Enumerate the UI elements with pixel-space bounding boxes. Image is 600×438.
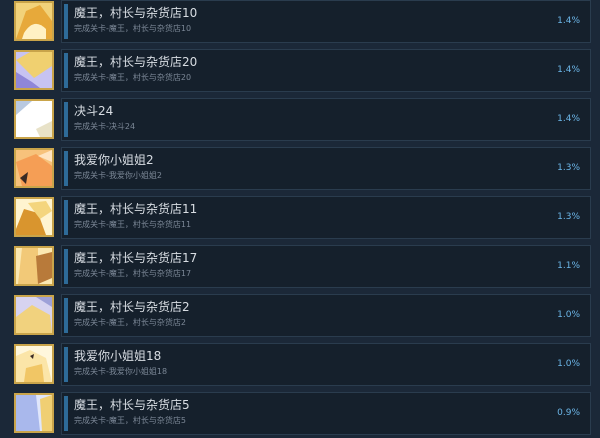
unlock-percentage: 1.1% bbox=[557, 261, 580, 271]
achievement-panel: 我爱你小姐姐2 完成关卡-我爱你小姐姐2 1.3% bbox=[61, 147, 591, 190]
anime-girl-orange-icon bbox=[16, 150, 52, 186]
achievement-title: 魔王，村长与杂货店2 bbox=[74, 300, 190, 314]
progress-accent-bar bbox=[64, 298, 68, 333]
achievement-subtitle: 完成关卡-决斗24 bbox=[74, 122, 136, 131]
achievement-icon-6 bbox=[14, 295, 54, 335]
anime-girl-yellow-icon bbox=[16, 3, 52, 39]
achievement-panel: 魔王，村长与杂货店20 完成关卡-魔王，村长与杂货店20 1.4% bbox=[61, 49, 591, 92]
achievement-subtitle: 完成关卡-魔王，村长与杂货店17 bbox=[74, 269, 192, 278]
progress-accent-bar bbox=[64, 347, 68, 382]
progress-accent-bar bbox=[64, 200, 68, 235]
unlock-percentage: 1.4% bbox=[557, 114, 580, 124]
progress-accent-bar bbox=[64, 151, 68, 186]
unlock-percentage: 0.9% bbox=[557, 408, 580, 418]
achievement-subtitle: 完成关卡-魔王，村长与杂货店20 bbox=[74, 73, 192, 82]
achievement-subtitle: 完成关卡-魔王，村长与杂货店5 bbox=[74, 416, 186, 425]
achievement-icon-0 bbox=[14, 1, 54, 41]
achievement-panel: 魔王，村长与杂货店2 完成关卡-魔王，村长与杂货店2 1.0% bbox=[61, 294, 591, 337]
achievement-title: 我爱你小姐姐2 bbox=[74, 153, 154, 167]
achievement-panel: 魔王，村长与杂货店17 完成关卡-魔王，村长与杂货店17 1.1% bbox=[61, 245, 591, 288]
achievement-title: 魔王，村长与杂货店10 bbox=[74, 6, 198, 20]
achievement-row[interactable]: 决斗24 完成关卡-决斗24 1.4% bbox=[8, 98, 600, 141]
anime-girl-gold-icon bbox=[16, 199, 52, 235]
achievement-row[interactable]: 魔王，村长与杂货店20 完成关卡-魔王，村长与杂货店20 1.4% bbox=[8, 49, 600, 92]
progress-accent-bar bbox=[64, 249, 68, 284]
achievement-icon-1 bbox=[14, 50, 54, 90]
unlock-percentage: 1.0% bbox=[557, 359, 580, 369]
unlock-percentage: 1.4% bbox=[557, 65, 580, 75]
achievement-panel: 魔王，村长与杂货店5 完成关卡-魔王，村长与杂货店5 0.9% bbox=[61, 392, 591, 435]
achievement-icon-7 bbox=[14, 344, 54, 384]
progress-accent-bar bbox=[64, 4, 68, 39]
achievement-title: 魔王，村长与杂货店17 bbox=[74, 251, 198, 265]
progress-accent-bar bbox=[64, 102, 68, 137]
anime-girl-lavender-icon bbox=[16, 297, 52, 333]
achievement-subtitle: 完成关卡-我爱你小姐姐2 bbox=[74, 171, 162, 180]
progress-accent-bar bbox=[64, 396, 68, 431]
achievement-title: 决斗24 bbox=[74, 104, 114, 118]
achievement-subtitle: 完成关卡-魔王，村长与杂货店10 bbox=[74, 24, 192, 33]
achievement-icon-2 bbox=[14, 99, 54, 139]
achievement-panel: 魔王，村长与杂货店11 完成关卡-魔王，村长与杂货店11 1.3% bbox=[61, 196, 591, 239]
achievement-title: 我爱你小姐姐18 bbox=[74, 349, 162, 363]
achievement-row[interactable]: 魔王，村长与杂货店5 完成关卡-魔王，村长与杂货店5 0.9% bbox=[8, 392, 600, 435]
achievement-subtitle: 完成关卡-我爱你小姐姐18 bbox=[74, 367, 168, 376]
achievement-title: 魔王，村长与杂货店11 bbox=[74, 202, 198, 216]
achievement-icon-4 bbox=[14, 197, 54, 237]
achievement-subtitle: 完成关卡-魔王，村长与杂货店11 bbox=[74, 220, 192, 229]
achievement-title: 魔王，村长与杂货店5 bbox=[74, 398, 190, 412]
anime-girl-blue-icon bbox=[16, 395, 52, 431]
unlock-percentage: 1.3% bbox=[557, 163, 580, 173]
unlock-percentage: 1.3% bbox=[557, 212, 580, 222]
achievement-row[interactable]: 魔王，村长与杂货店11 完成关卡-魔王，村长与杂货店11 1.3% bbox=[8, 196, 600, 239]
achievement-row[interactable]: 魔王，村长与杂货店10 完成关卡-魔王，村长与杂货店10 1.4% bbox=[8, 0, 600, 43]
white-card-icon bbox=[16, 101, 52, 137]
achievement-panel: 魔王，村长与杂货店10 完成关卡-魔王，村长与杂货店10 1.4% bbox=[61, 0, 591, 43]
anime-girl-purple-icon bbox=[16, 52, 52, 88]
achievement-title: 魔王，村长与杂货店20 bbox=[74, 55, 198, 69]
achievement-row[interactable]: 我爱你小姐姐2 完成关卡-我爱你小姐姐2 1.3% bbox=[8, 147, 600, 190]
achievement-row[interactable]: 魔王，村长与杂货店17 完成关卡-魔王，村长与杂货店17 1.1% bbox=[8, 245, 600, 288]
achievement-list: 魔王，村长与杂货店10 完成关卡-魔王，村长与杂货店10 1.4% 魔王，村长与… bbox=[0, 0, 600, 438]
achievement-panel: 我爱你小姐姐18 完成关卡-我爱你小姐姐18 1.0% bbox=[61, 343, 591, 386]
unlock-percentage: 1.4% bbox=[557, 16, 580, 26]
achievement-icon-8 bbox=[14, 393, 54, 433]
achievement-icon-3 bbox=[14, 148, 54, 188]
achievement-row[interactable]: 我爱你小姐姐18 完成关卡-我爱你小姐姐18 1.0% bbox=[8, 343, 600, 386]
achievement-row[interactable]: 魔王，村长与杂货店2 完成关卡-魔王，村长与杂货店2 1.0% bbox=[8, 294, 600, 337]
progress-accent-bar bbox=[64, 53, 68, 88]
unlock-percentage: 1.0% bbox=[557, 310, 580, 320]
anime-girl-cream-icon bbox=[16, 346, 52, 382]
anime-girl-brown-icon bbox=[16, 248, 52, 284]
achievement-subtitle: 完成关卡-魔王，村长与杂货店2 bbox=[74, 318, 186, 327]
achievement-panel: 决斗24 完成关卡-决斗24 1.4% bbox=[61, 98, 591, 141]
achievement-icon-5 bbox=[14, 246, 54, 286]
